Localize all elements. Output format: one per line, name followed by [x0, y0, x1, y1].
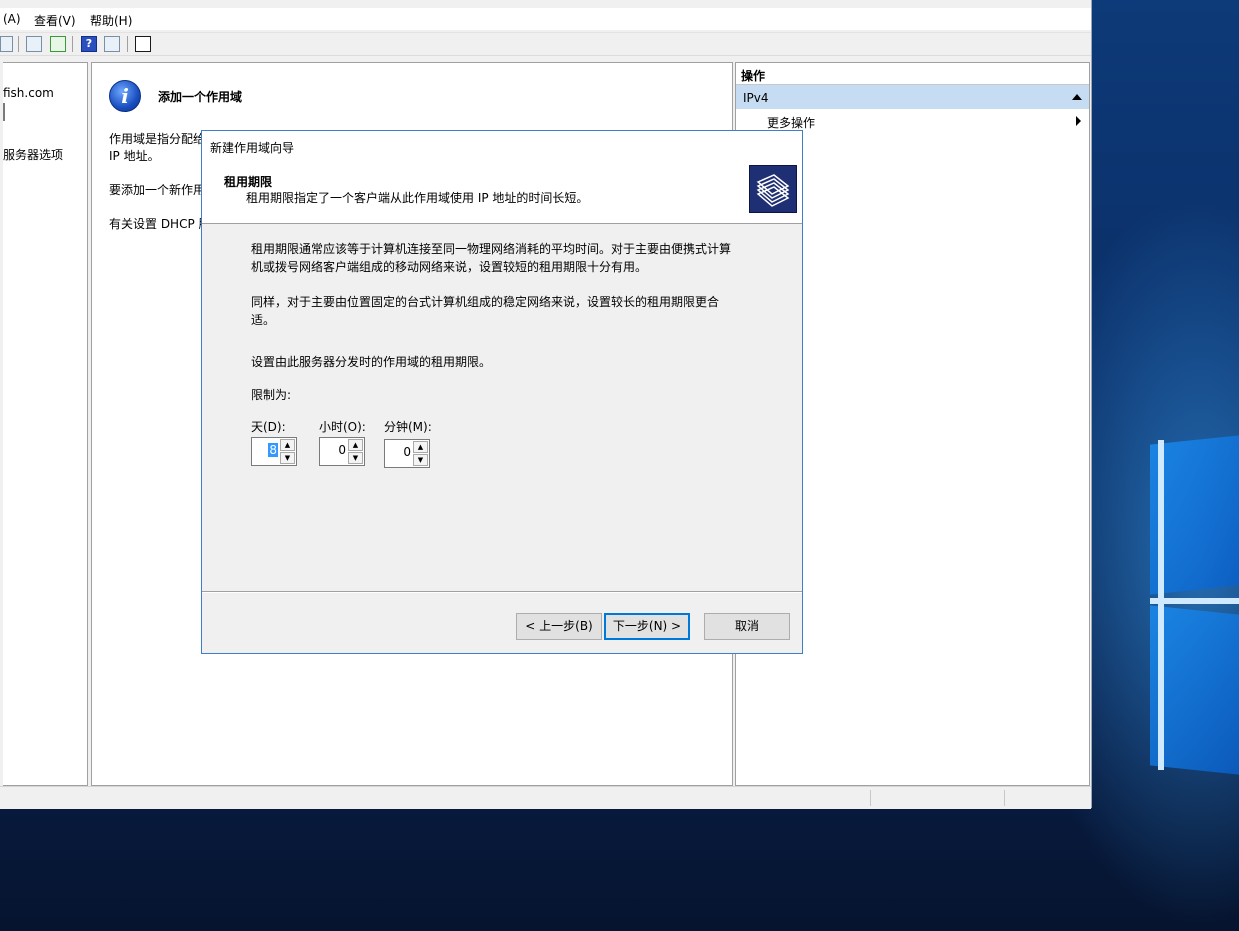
lease-description: 设置由此服务器分发时的作用域的租用期限。 [251, 355, 492, 369]
wizard-page-subtitle: 租用期限指定了一个客户端从此作用域使用 IP 地址的时间长短。 [246, 191, 589, 205]
actions-header: 操作 [736, 63, 1089, 85]
minutes-down-arrow-icon[interactable]: ▼ [413, 454, 428, 466]
lease-description: 机或拨号网络客户端组成的移动网络来说，设置较短的租用期限十分有用。 [251, 260, 648, 274]
tree-selection-marker [3, 103, 5, 121]
windows-logo-glow [1158, 440, 1164, 770]
days-spinbox[interactable]: 8 ▲ ▼ [251, 437, 297, 466]
days-spin-arrows: ▲ ▼ [280, 439, 295, 464]
hours-up-arrow-icon[interactable]: ▲ [348, 439, 363, 451]
toolbar-separator [72, 36, 73, 52]
minutes-value[interactable]: 0 [403, 445, 411, 459]
hours-down-arrow-icon[interactable]: ▼ [348, 452, 363, 464]
center-text: 有关设置 DHCP 肌 [109, 217, 211, 231]
lease-description: 同样，对于主要由位置固定的台式计算机组成的稳定网络来说，设置较长的租用期限更合 [251, 295, 720, 309]
toolbar-separator [18, 36, 19, 52]
center-text: 要添加一个新作用 [109, 183, 206, 197]
info-icon: i [109, 80, 141, 112]
limit-label: 限制为: [251, 388, 292, 402]
help-icon[interactable]: ? [81, 36, 97, 52]
actions-header-label: 操作 [741, 69, 766, 83]
hours-spin-arrows: ▲ ▼ [348, 439, 363, 464]
monitor-icon[interactable] [135, 36, 151, 52]
minutes-spin-arrows: ▲ ▼ [413, 441, 428, 466]
dialog-titlebar: 新建作用域向导 [202, 131, 802, 161]
refresh-icon[interactable] [50, 36, 66, 52]
menu-view[interactable]: 查看(V) [34, 12, 76, 29]
collapse-icon[interactable] [1072, 94, 1082, 100]
cancel-button[interactable]: 取消 [704, 613, 790, 640]
actions-section-ipv4[interactable]: IPv4 [736, 85, 1089, 109]
hours-label: 小时(O): [319, 420, 366, 434]
next-button[interactable]: 下一步(N) > [604, 613, 690, 640]
status-bar [0, 786, 1091, 809]
actions-section-label: IPv4 [743, 91, 769, 105]
show-hide-tree-icon[interactable] [0, 36, 13, 52]
minutes-label: 分钟(M): [384, 420, 432, 434]
properties-icon[interactable] [26, 36, 42, 52]
wizard-page-title: 租用期限 [224, 175, 273, 189]
days-up-arrow-icon[interactable]: ▲ [280, 439, 295, 451]
center-text: IP 地址。 [109, 149, 160, 163]
minutes-spinbox[interactable]: 0 ▲ ▼ [384, 439, 430, 468]
back-button[interactable]: < 上一步(B) [516, 613, 602, 640]
center-heading: 添加一个作用域 [158, 90, 243, 104]
menu-help[interactable]: 帮助(H) [90, 12, 132, 29]
toolbar: ? [0, 32, 1091, 56]
status-divider [870, 790, 871, 806]
days-value[interactable]: 8 [268, 443, 278, 457]
status-divider [1004, 790, 1005, 806]
actions-more-item[interactable]: 更多操作 [736, 111, 1089, 131]
new-scope-wizard-dialog: 新建作用域向导 租用期限 租用期限指定了一个客户端从此作用域使用 IP 地址的时… [201, 130, 803, 654]
menu-bar: (A) 查看(V) 帮助(H) [0, 8, 1091, 30]
wizard-header: 租用期限 租用期限指定了一个客户端从此作用域使用 IP 地址的时间长短。 [202, 161, 802, 224]
lease-description: 适。 [251, 313, 276, 327]
console-tree: fish.com 服务器选项 [3, 62, 88, 786]
footer-divider [202, 591, 802, 592]
tree-item-server-options[interactable]: 服务器选项 [3, 146, 63, 163]
dialog-title: 新建作用域向导 [210, 141, 295, 155]
show-action-pane-icon[interactable] [104, 36, 120, 52]
more-actions-label: 更多操作 [767, 116, 816, 130]
center-text: 作用域是指分配给 [109, 132, 206, 146]
days-down-arrow-icon[interactable]: ▼ [280, 452, 295, 464]
hours-value[interactable]: 0 [338, 443, 346, 457]
lease-description: 租用期限通常应该等于计算机连接至同一物理网络消耗的平均时间。对于主要由便携式计算 [251, 242, 732, 256]
minutes-up-arrow-icon[interactable]: ▲ [413, 441, 428, 453]
submenu-arrow-icon [1076, 116, 1081, 126]
days-label: 天(D): [251, 420, 286, 434]
tree-item-domain[interactable]: fish.com [3, 86, 54, 100]
hours-spinbox[interactable]: 0 ▲ ▼ [319, 437, 365, 466]
toolbar-separator [127, 36, 128, 52]
wizard-folders-icon [749, 165, 797, 213]
menu-action[interactable]: (A) [3, 12, 21, 26]
